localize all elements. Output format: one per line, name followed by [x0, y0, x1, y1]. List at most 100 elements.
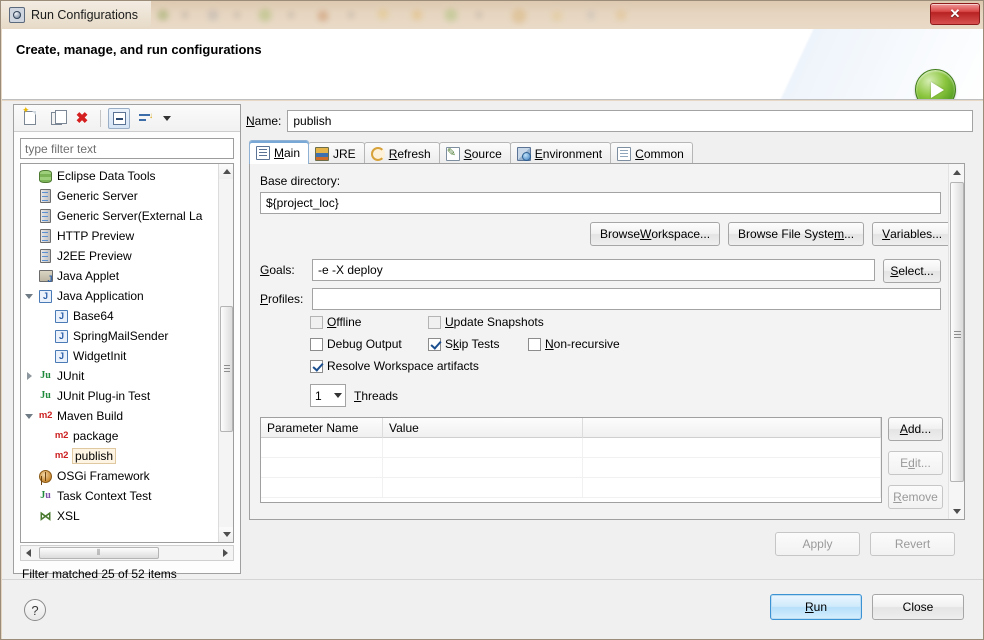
- tree-hscrollbar-thumb[interactable]: ⦀: [39, 547, 159, 559]
- tree-item-junit[interactable]: Ju JUnit: [21, 366, 219, 386]
- base-directory-input[interactable]: ${project_loc}: [260, 192, 941, 214]
- update-snapshots-label[interactable]: Update Snapshots: [445, 315, 544, 329]
- tree-scroll-left-button[interactable]: [21, 546, 36, 560]
- tree-item-maven-build[interactable]: m2 Maven Build: [21, 406, 219, 426]
- table-row[interactable]: [261, 438, 881, 458]
- debug-output-checkbox-box[interactable]: [310, 337, 323, 351]
- select-goals-button[interactable]: Select...: [883, 259, 941, 283]
- help-button[interactable]: ?: [24, 599, 46, 621]
- tree-item-junit-plug-in-test[interactable]: Ju JUnit Plug-in Test: [21, 386, 219, 406]
- duplicate-configuration-button[interactable]: [45, 108, 67, 129]
- tree-item-java-applet[interactable]: Java Applet: [21, 266, 219, 286]
- column-header-parameter-name[interactable]: Parameter Name: [261, 417, 383, 438]
- tree-twisty[interactable]: [21, 293, 37, 299]
- goals-input[interactable]: -e -X deploy: [312, 259, 875, 281]
- update-snapshots-checkbox-box[interactable]: [428, 315, 441, 329]
- name-input[interactable]: publish: [287, 110, 973, 132]
- tree-item-task-context-test[interactable]: Ju Task Context Test: [21, 486, 219, 506]
- skip-tests-label[interactable]: Skip Tests: [445, 337, 499, 351]
- checkbox-resolve-workspace-artifacts[interactable]: Resolve Workspace artifacts: [310, 359, 479, 373]
- checkbox-offline[interactable]: Offline: [310, 315, 361, 329]
- column-header-value[interactable]: Value: [383, 417, 583, 438]
- tree-item-springmailsender[interactable]: J SpringMailSender: [21, 326, 219, 346]
- tree-item-label: HTTP Preview: [57, 229, 135, 243]
- configurations-tree[interactable]: Eclipse Data Tools Generic Server Generic …: [21, 164, 219, 542]
- variables-button[interactable]: Variables...: [872, 222, 953, 246]
- new-configuration-button[interactable]: [19, 106, 41, 129]
- add-parameter-button[interactable]: Add...: [888, 417, 943, 441]
- environment-tab-icon: [516, 146, 531, 161]
- resolve-workspace-artifacts-label[interactable]: Resolve Workspace artifacts: [327, 359, 479, 373]
- tab-environment[interactable]: Environment: [509, 142, 612, 164]
- checkbox-non-recursive[interactable]: Non-recursive: [528, 337, 620, 351]
- checkbox-skip-tests[interactable]: Skip Tests: [428, 337, 499, 351]
- form-scrollbar-thumb[interactable]: [950, 182, 964, 482]
- configurations-panel: ✖ ↓ type filter text Eclip: [13, 104, 241, 581]
- tab-jre[interactable]: JRE: [308, 142, 365, 164]
- tree-item-generic-server[interactable]: Generic Server: [21, 186, 219, 206]
- run-button[interactable]: Run: [770, 594, 862, 620]
- tree-item-eclipse-data-tools[interactable]: Eclipse Data Tools: [21, 166, 219, 186]
- base-directory-value: ${project_loc}: [266, 196, 339, 210]
- tree-item-publish[interactable]: m2 publish: [21, 446, 219, 466]
- offline-label[interactable]: Offline: [327, 315, 361, 329]
- tree-twisty[interactable]: [21, 372, 37, 380]
- tree-scroll-right-button[interactable]: [218, 546, 233, 560]
- toolbar-separator: [100, 109, 101, 127]
- non-recursive-checkbox-box[interactable]: [528, 337, 541, 351]
- filter-placeholder: type filter text: [25, 141, 97, 156]
- tree-scrollbar-thumb[interactable]: [220, 306, 233, 432]
- chevron-down-icon: [25, 293, 33, 299]
- browse-workspace-button[interactable]: Browse Workspace...: [590, 222, 721, 246]
- browse-file-system-button[interactable]: Browse File Syste m...: [728, 222, 865, 246]
- resolve-workspace-artifacts-checkbox-box[interactable]: [310, 359, 323, 373]
- parameter-table[interactable]: Parameter Name Value: [260, 417, 882, 503]
- profiles-input[interactable]: [312, 288, 941, 310]
- filter-button[interactable]: ↓: [134, 108, 156, 129]
- tree-scroll-up-button[interactable]: [219, 164, 233, 179]
- checkbox-update-snapshots[interactable]: Update Snapshots: [428, 315, 544, 329]
- tree-item-base64[interactable]: J Base64: [21, 306, 219, 326]
- tree-vertical-scrollbar[interactable]: [218, 164, 233, 542]
- tree-item-j2ee-preview[interactable]: J2EE Preview: [21, 246, 219, 266]
- window-close-button[interactable]: ✕: [930, 3, 980, 25]
- table-row[interactable]: [261, 458, 881, 478]
- non-recursive-label[interactable]: Non-recursive: [545, 337, 620, 351]
- offline-checkbox-box[interactable]: [310, 315, 323, 329]
- goals-label: Goals:: [260, 263, 295, 277]
- debug-output-label[interactable]: Debug Output: [327, 337, 402, 351]
- filter-input[interactable]: type filter text: [20, 138, 234, 159]
- skip-tests-checkbox-box[interactable]: [428, 337, 441, 351]
- tree-item-widgetinit[interactable]: J WidgetInit: [21, 346, 219, 366]
- tab-main[interactable]: Main: [249, 140, 310, 164]
- collapse-all-button[interactable]: [108, 107, 130, 129]
- tree-item-osgi-framework[interactable]: OSGi Framework: [21, 466, 219, 486]
- tree-horizontal-scrollbar[interactable]: ⦀: [20, 545, 234, 561]
- tab-common[interactable]: Common: [610, 142, 693, 164]
- toolbar-menu-button[interactable]: [160, 108, 174, 129]
- tree-item-generic-server-external-la[interactable]: Generic Server(External La: [21, 206, 219, 226]
- source-tab-icon: [445, 146, 460, 161]
- tree-item-http-preview[interactable]: HTTP Preview: [21, 226, 219, 246]
- close-button[interactable]: Close: [872, 594, 964, 620]
- tree-item-java-application[interactable]: J Java Application: [21, 286, 219, 306]
- configuration-editor-panel: Name: publish Main JRE Refresh Source Enviro…: [246, 104, 973, 574]
- maven-m2-icon: m2: [38, 410, 53, 422]
- chevron-down-icon[interactable]: [334, 393, 342, 398]
- form-scroll-down-button[interactable]: [949, 503, 965, 519]
- tree-twisty[interactable]: [21, 413, 37, 419]
- configuration-tabs: Main JRE Refresh Source Environment Common: [249, 140, 965, 164]
- threads-spinner[interactable]: 1: [310, 384, 346, 407]
- form-vertical-scrollbar[interactable]: [948, 164, 964, 519]
- tab-refresh[interactable]: Refresh: [363, 142, 440, 164]
- tree-item-xsl[interactable]: ⋈ XSL: [21, 506, 219, 526]
- tab-source[interactable]: Source: [438, 142, 511, 164]
- delete-configuration-button[interactable]: ✖: [71, 108, 93, 129]
- dialog-body: ✖ ↓ type filter text Eclip: [2, 101, 983, 581]
- checkbox-debug-output[interactable]: Debug Output: [310, 337, 402, 351]
- osgi-icon: [39, 469, 52, 483]
- tree-item-package[interactable]: m2 package: [21, 426, 219, 446]
- tree-scroll-down-button[interactable]: [219, 527, 233, 542]
- table-row[interactable]: [261, 478, 881, 498]
- form-scroll-up-button[interactable]: [949, 164, 965, 180]
